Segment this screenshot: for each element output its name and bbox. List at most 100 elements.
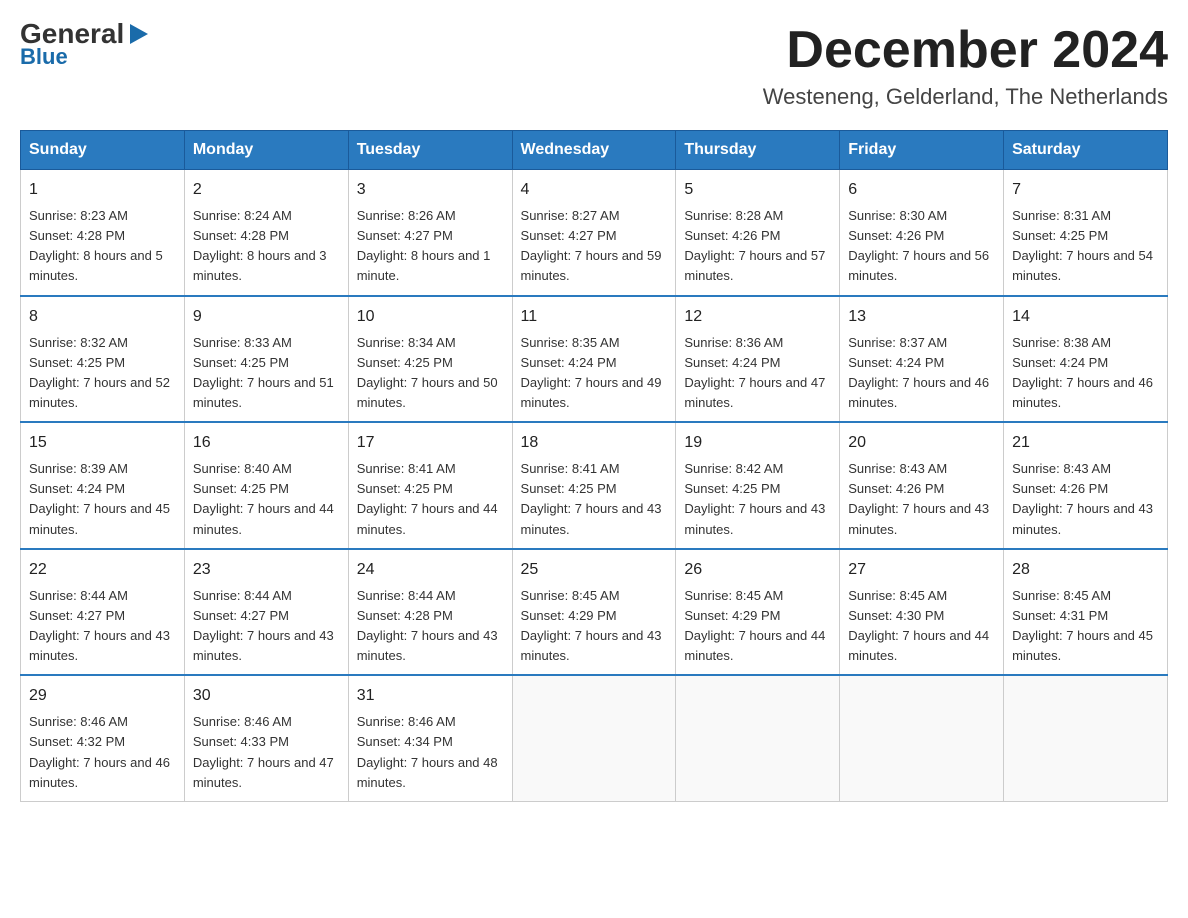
day-info: Sunrise: 8:45 AMSunset: 4:31 PMDaylight:… <box>1012 588 1153 663</box>
day-number: 28 <box>1012 558 1159 582</box>
calendar-cell: 5 Sunrise: 8:28 AMSunset: 4:26 PMDayligh… <box>676 170 840 296</box>
calendar-cell: 26 Sunrise: 8:45 AMSunset: 4:29 PMDaylig… <box>676 549 840 676</box>
calendar-cell <box>676 675 840 801</box>
calendar-cell: 4 Sunrise: 8:27 AMSunset: 4:27 PMDayligh… <box>512 170 676 296</box>
day-number: 3 <box>357 178 504 202</box>
day-info: Sunrise: 8:45 AMSunset: 4:30 PMDaylight:… <box>848 588 989 663</box>
day-number: 14 <box>1012 305 1159 329</box>
calendar-cell: 29 Sunrise: 8:46 AMSunset: 4:32 PMDaylig… <box>21 675 185 801</box>
day-info: Sunrise: 8:45 AMSunset: 4:29 PMDaylight:… <box>684 588 825 663</box>
calendar-header-tuesday: Tuesday <box>348 131 512 170</box>
day-info: Sunrise: 8:27 AMSunset: 4:27 PMDaylight:… <box>521 208 662 283</box>
day-number: 4 <box>521 178 668 202</box>
calendar-cell: 22 Sunrise: 8:44 AMSunset: 4:27 PMDaylig… <box>21 549 185 676</box>
calendar-cell: 7 Sunrise: 8:31 AMSunset: 4:25 PMDayligh… <box>1004 170 1168 296</box>
day-info: Sunrise: 8:41 AMSunset: 4:25 PMDaylight:… <box>357 461 498 536</box>
day-number: 13 <box>848 305 995 329</box>
day-number: 20 <box>848 431 995 455</box>
day-number: 24 <box>357 558 504 582</box>
day-info: Sunrise: 8:42 AMSunset: 4:25 PMDaylight:… <box>684 461 825 536</box>
calendar-cell: 18 Sunrise: 8:41 AMSunset: 4:25 PMDaylig… <box>512 422 676 549</box>
calendar-cell: 10 Sunrise: 8:34 AMSunset: 4:25 PMDaylig… <box>348 296 512 423</box>
day-info: Sunrise: 8:26 AMSunset: 4:27 PMDaylight:… <box>357 208 491 283</box>
calendar-cell: 31 Sunrise: 8:46 AMSunset: 4:34 PMDaylig… <box>348 675 512 801</box>
day-number: 23 <box>193 558 340 582</box>
calendar-cell: 30 Sunrise: 8:46 AMSunset: 4:33 PMDaylig… <box>184 675 348 801</box>
calendar-cell: 8 Sunrise: 8:32 AMSunset: 4:25 PMDayligh… <box>21 296 185 423</box>
calendar-week-row: 22 Sunrise: 8:44 AMSunset: 4:27 PMDaylig… <box>21 549 1168 676</box>
location-title: Westeneng, Gelderland, The Netherlands <box>763 84 1168 110</box>
day-number: 19 <box>684 431 831 455</box>
day-info: Sunrise: 8:44 AMSunset: 4:27 PMDaylight:… <box>29 588 170 663</box>
day-info: Sunrise: 8:45 AMSunset: 4:29 PMDaylight:… <box>521 588 662 663</box>
day-info: Sunrise: 8:46 AMSunset: 4:34 PMDaylight:… <box>357 714 498 789</box>
calendar-week-row: 29 Sunrise: 8:46 AMSunset: 4:32 PMDaylig… <box>21 675 1168 801</box>
day-info: Sunrise: 8:39 AMSunset: 4:24 PMDaylight:… <box>29 461 170 536</box>
calendar-cell: 27 Sunrise: 8:45 AMSunset: 4:30 PMDaylig… <box>840 549 1004 676</box>
calendar-cell: 3 Sunrise: 8:26 AMSunset: 4:27 PMDayligh… <box>348 170 512 296</box>
calendar-table: SundayMondayTuesdayWednesdayThursdayFrid… <box>20 130 1168 802</box>
day-number: 2 <box>193 178 340 202</box>
day-number: 18 <box>521 431 668 455</box>
calendar-cell: 14 Sunrise: 8:38 AMSunset: 4:24 PMDaylig… <box>1004 296 1168 423</box>
calendar-week-row: 1 Sunrise: 8:23 AMSunset: 4:28 PMDayligh… <box>21 170 1168 296</box>
calendar-cell <box>512 675 676 801</box>
day-info: Sunrise: 8:43 AMSunset: 4:26 PMDaylight:… <box>848 461 989 536</box>
day-info: Sunrise: 8:41 AMSunset: 4:25 PMDaylight:… <box>521 461 662 536</box>
calendar-cell: 19 Sunrise: 8:42 AMSunset: 4:25 PMDaylig… <box>676 422 840 549</box>
calendar-cell: 11 Sunrise: 8:35 AMSunset: 4:24 PMDaylig… <box>512 296 676 423</box>
day-info: Sunrise: 8:38 AMSunset: 4:24 PMDaylight:… <box>1012 335 1153 410</box>
day-number: 8 <box>29 305 176 329</box>
day-number: 7 <box>1012 178 1159 202</box>
calendar-cell: 13 Sunrise: 8:37 AMSunset: 4:24 PMDaylig… <box>840 296 1004 423</box>
day-info: Sunrise: 8:46 AMSunset: 4:33 PMDaylight:… <box>193 714 334 789</box>
calendar-cell: 20 Sunrise: 8:43 AMSunset: 4:26 PMDaylig… <box>840 422 1004 549</box>
day-info: Sunrise: 8:28 AMSunset: 4:26 PMDaylight:… <box>684 208 825 283</box>
calendar-header-friday: Friday <box>840 131 1004 170</box>
header: General Blue December 2024 Westeneng, Ge… <box>20 20 1168 110</box>
calendar-cell <box>840 675 1004 801</box>
day-number: 31 <box>357 684 504 708</box>
day-number: 30 <box>193 684 340 708</box>
day-info: Sunrise: 8:31 AMSunset: 4:25 PMDaylight:… <box>1012 208 1153 283</box>
calendar-cell: 24 Sunrise: 8:44 AMSunset: 4:28 PMDaylig… <box>348 549 512 676</box>
calendar-header-monday: Monday <box>184 131 348 170</box>
calendar-cell: 9 Sunrise: 8:33 AMSunset: 4:25 PMDayligh… <box>184 296 348 423</box>
day-number: 16 <box>193 431 340 455</box>
day-number: 5 <box>684 178 831 202</box>
day-number: 17 <box>357 431 504 455</box>
calendar-cell: 2 Sunrise: 8:24 AMSunset: 4:28 PMDayligh… <box>184 170 348 296</box>
day-number: 6 <box>848 178 995 202</box>
day-info: Sunrise: 8:40 AMSunset: 4:25 PMDaylight:… <box>193 461 334 536</box>
day-info: Sunrise: 8:23 AMSunset: 4:28 PMDaylight:… <box>29 208 163 283</box>
calendar-cell: 17 Sunrise: 8:41 AMSunset: 4:25 PMDaylig… <box>348 422 512 549</box>
calendar-cell: 12 Sunrise: 8:36 AMSunset: 4:24 PMDaylig… <box>676 296 840 423</box>
calendar-header-thursday: Thursday <box>676 131 840 170</box>
day-info: Sunrise: 8:32 AMSunset: 4:25 PMDaylight:… <box>29 335 170 410</box>
calendar-cell: 6 Sunrise: 8:30 AMSunset: 4:26 PMDayligh… <box>840 170 1004 296</box>
day-number: 15 <box>29 431 176 455</box>
day-info: Sunrise: 8:43 AMSunset: 4:26 PMDaylight:… <box>1012 461 1153 536</box>
day-info: Sunrise: 8:35 AMSunset: 4:24 PMDaylight:… <box>521 335 662 410</box>
calendar-header-wednesday: Wednesday <box>512 131 676 170</box>
calendar-cell: 15 Sunrise: 8:39 AMSunset: 4:24 PMDaylig… <box>21 422 185 549</box>
month-title: December 2024 <box>763 20 1168 80</box>
day-number: 27 <box>848 558 995 582</box>
day-number: 9 <box>193 305 340 329</box>
day-info: Sunrise: 8:33 AMSunset: 4:25 PMDaylight:… <box>193 335 334 410</box>
calendar-cell: 1 Sunrise: 8:23 AMSunset: 4:28 PMDayligh… <box>21 170 185 296</box>
day-info: Sunrise: 8:30 AMSunset: 4:26 PMDaylight:… <box>848 208 989 283</box>
logo-blue-text: Blue <box>20 44 68 70</box>
calendar-cell: 25 Sunrise: 8:45 AMSunset: 4:29 PMDaylig… <box>512 549 676 676</box>
day-number: 10 <box>357 305 504 329</box>
day-number: 1 <box>29 178 176 202</box>
day-number: 11 <box>521 305 668 329</box>
calendar-week-row: 8 Sunrise: 8:32 AMSunset: 4:25 PMDayligh… <box>21 296 1168 423</box>
calendar-cell: 28 Sunrise: 8:45 AMSunset: 4:31 PMDaylig… <box>1004 549 1168 676</box>
day-info: Sunrise: 8:44 AMSunset: 4:28 PMDaylight:… <box>357 588 498 663</box>
day-info: Sunrise: 8:44 AMSunset: 4:27 PMDaylight:… <box>193 588 334 663</box>
calendar-cell: 16 Sunrise: 8:40 AMSunset: 4:25 PMDaylig… <box>184 422 348 549</box>
calendar-week-row: 15 Sunrise: 8:39 AMSunset: 4:24 PMDaylig… <box>21 422 1168 549</box>
title-area: December 2024 Westeneng, Gelderland, The… <box>763 20 1168 110</box>
calendar-header-sunday: Sunday <box>21 131 185 170</box>
